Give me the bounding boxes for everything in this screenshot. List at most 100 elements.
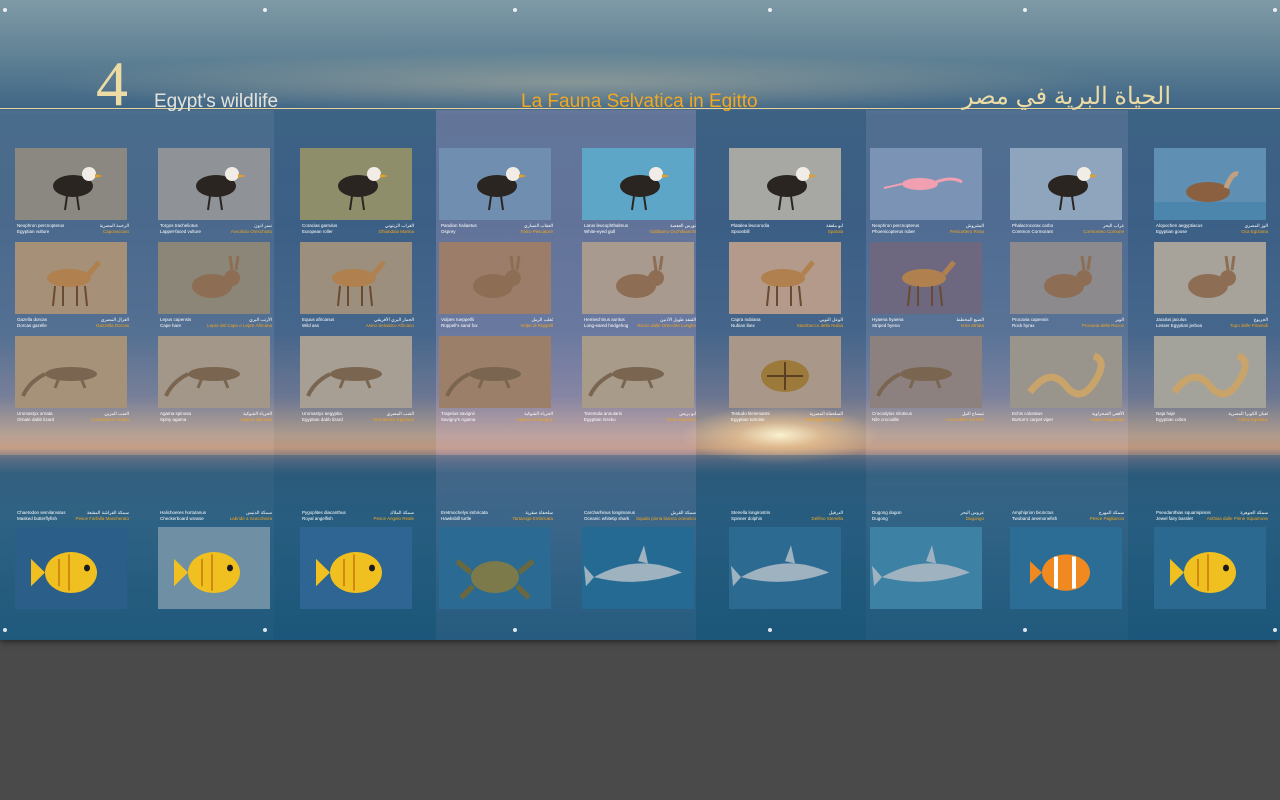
italian-name: Testuggine d'Egitto: [805, 417, 843, 422]
shark-icon: [582, 527, 694, 609]
italian-name: Agama di Savigny: [516, 417, 553, 422]
species-caption: Stenella longirostris الدرفيل Spinner dolp…: [731, 510, 843, 522]
english-name: Burton's carpet viper: [1012, 417, 1054, 422]
bird-icon: [300, 148, 412, 220]
italian-name: Capovaccaio: [102, 229, 129, 234]
wildlife-panel: 4 Egypt's wildlife La Fauna Selvatica in…: [0, 0, 1280, 640]
chapter-number: 4: [96, 48, 128, 119]
english-name: Egyptian cobra: [1156, 417, 1187, 422]
italian-name: Topo delle Piramidi: [1229, 323, 1268, 328]
turtle-icon: [439, 527, 551, 609]
italian-name: Anthias dalle Pinne Squamose: [1206, 516, 1268, 521]
italian-name: Coccodrillo del Nilo: [945, 417, 984, 422]
crocodile-icon: [870, 336, 982, 408]
english-name: Hawksbill turtle: [441, 516, 472, 521]
species-caption: Carcharhinus longimanus سمكة القرش Oceanic…: [584, 510, 696, 522]
italian-name: Uromastice Egiziano: [372, 417, 414, 422]
species-caption: Capra nubiana الوعل النوبي Nubian ibex Stam…: [731, 317, 843, 329]
italian-name: Spatola: [827, 229, 843, 234]
english-name: Checkerboard wrasse: [160, 516, 204, 521]
italian-name: Asino Selvatico Africano: [365, 323, 414, 328]
fish-icon: [1154, 527, 1266, 609]
species-caption: Eretmochelys imbricata سلحفاة صقرية Hawksb…: [441, 510, 553, 522]
english-name: Lappet-faced vulture: [160, 229, 202, 234]
species-caption: Hyaena hyaena الضبع المخطط Striped hyena Ie…: [872, 317, 984, 329]
pin-marker: [1273, 8, 1277, 12]
english-name: European roller: [302, 229, 333, 234]
english-name: Nubian ibex: [731, 323, 755, 328]
italian-name: Squalo pinna bianca oceanico: [635, 516, 696, 521]
english-name: Twoband anemonefish: [1012, 516, 1058, 521]
species-caption: Dugong dugon عروس البحر Dugong Dugongo: [872, 510, 984, 522]
english-name: Ornate dabb lizard: [17, 417, 55, 422]
english-name: Common Cormorant: [1012, 229, 1053, 234]
pin-marker: [1023, 8, 1027, 12]
species-caption: Torgos tracheliotus نسر أذون Lappet-faced …: [160, 223, 272, 235]
pin-marker: [3, 8, 7, 12]
italian-name: Uromastice Ornato: [91, 417, 129, 422]
italian-name: Riccio dalle Orecchie Lunghe: [637, 323, 696, 328]
english-name: Oceanic whitetip shark: [584, 516, 630, 521]
species-caption: Pseudanthias squamipinnis سمكة الجوهرة Jew…: [1156, 510, 1268, 522]
species-caption: Agama spinosa الحرباء الشوكية Spiny agama A…: [160, 411, 272, 423]
pin-marker: [3, 628, 7, 632]
bird-icon: [15, 148, 127, 220]
italian-name: Pesce Farfalla Mascherato: [75, 516, 129, 521]
english-name: Striped hyena: [872, 323, 900, 328]
species-caption: Uromastyx ornata الضب المزين Ornate dabb l…: [17, 411, 129, 423]
species-caption: Lepus capensis الأرنب البري Cape hare Lepre…: [160, 317, 272, 329]
ibex-icon: [729, 242, 841, 314]
species-caption: Platalea leucorodia أبو ملعقة Spoonbill Spa…: [731, 223, 843, 235]
species-caption: Vulpes rueppellii ثعلب الرمل Rüppell's san…: [441, 317, 553, 329]
title-arabic: الحياة البرية في مصر: [962, 83, 1172, 110]
species-caption: Jaculus jaculus الجربوع Lesser Egyptian je…: [1156, 317, 1268, 329]
italian-name: Falco Pescatore: [520, 229, 553, 234]
italian-name: Fenicottero Rosa: [949, 229, 984, 234]
hyrax-icon: [1010, 242, 1122, 314]
species-caption: Larus leucophthalmus نورس العفصة White-eye…: [584, 223, 696, 235]
species-caption: Chaetodon semilarvatus سمكة الفراشة المقن…: [17, 510, 129, 522]
clownfish-icon: [1010, 527, 1122, 609]
italian-name: Pesce Pagliaccio: [1089, 516, 1124, 521]
italian-name: Lepre del Capo o Lepre Africana: [207, 323, 272, 328]
title-italian: La Fauna Selvatica in Egitto: [521, 91, 758, 112]
species-caption: Halichoeres hortulanus سمكة الدنيس Checker…: [160, 510, 272, 522]
italian-name: Stambecco della Nubia: [796, 323, 843, 328]
donkey-icon: [300, 242, 412, 314]
english-name: Osprey: [441, 229, 456, 234]
tortoise-icon: [729, 336, 841, 408]
italian-name: Dugongo: [965, 516, 984, 521]
italian-name: Agama Spinosa: [240, 417, 272, 422]
fish-icon: [300, 527, 412, 609]
species-caption: Hemiechinus auritus القنفذ طويل الأذنين Lo…: [584, 317, 696, 329]
italian-name: Delfino Stenella: [811, 516, 843, 521]
pin-marker: [768, 8, 772, 12]
pin-marker: [768, 628, 772, 632]
lizard-icon: [439, 336, 551, 408]
jerboa-icon: [1154, 242, 1266, 314]
bird-icon: [439, 148, 551, 220]
italian-name: Tartaruga Embricata: [512, 516, 553, 521]
species-caption: Phalacrocorax carbo غراب البحر Common Corm…: [1012, 223, 1124, 235]
dolphin-icon: [729, 527, 841, 609]
species-caption: Pandion haliaetus العقاب النساري Osprey Fal…: [441, 223, 553, 235]
english-name: Phoenicopterus ruber: [872, 229, 916, 234]
english-name: Jewel fairy basslet: [1156, 516, 1193, 521]
english-name: Egyptian Gecko: [584, 417, 616, 422]
species-caption: Trapelus savignii الحرباء الشوكية Savigny'…: [441, 411, 553, 423]
italian-name: Pesce Angelo Reale: [373, 516, 414, 521]
english-name: Egyptian dabb lizard: [302, 417, 343, 422]
gecko-icon: [582, 336, 694, 408]
species-caption: Procavia capensis الوبر Rock hyrax Procavia…: [1012, 317, 1124, 329]
bird-icon: [1010, 148, 1122, 220]
italian-name: Labride a Scacchiera: [229, 516, 272, 521]
english-name: Dorcas gazelle: [17, 323, 47, 328]
lizard-icon: [15, 336, 127, 408]
bird-icon: [729, 148, 841, 220]
bird-icon: [158, 148, 270, 220]
gazelle-icon: [15, 242, 127, 314]
italian-name: Ghiandaia Marina: [378, 229, 414, 234]
pin-marker: [513, 628, 517, 632]
english-name: White-eyed gull: [584, 229, 616, 234]
italian-name: Iena Striata: [960, 323, 984, 328]
